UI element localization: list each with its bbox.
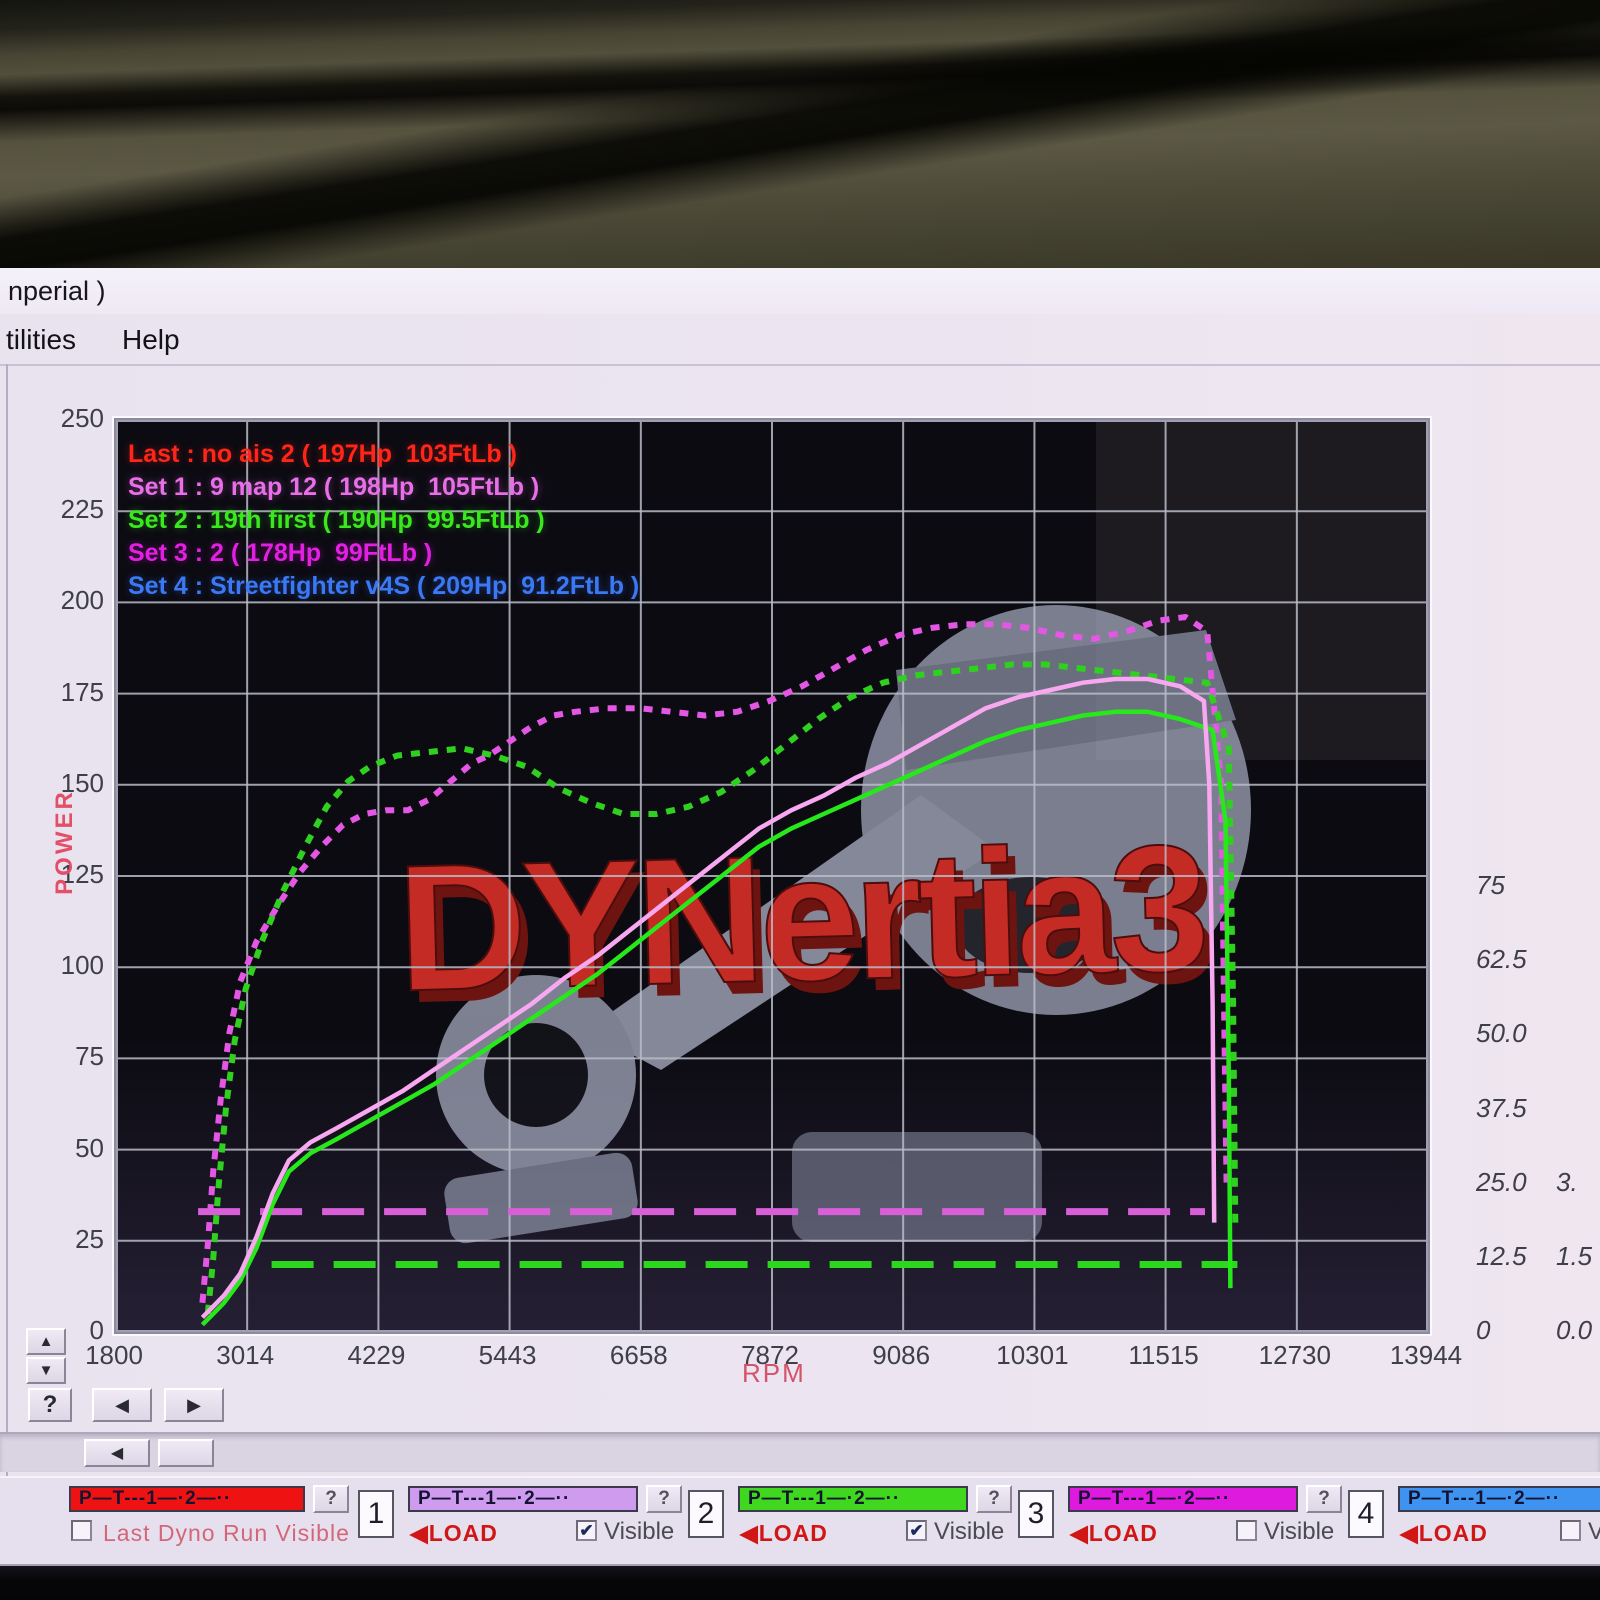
trace-4-visible-checkbox[interactable] <box>1560 1520 1581 1541</box>
group-number-1: 1 <box>358 1490 394 1538</box>
x-axis-title: RPM <box>742 1358 806 1389</box>
last-run-group: P—T---1—·2—·· ? Last Dyno Run Visible <box>55 1478 355 1564</box>
y-tick-label: 225 <box>4 494 104 525</box>
trace-4-style-bar[interactable]: P—T---1—·2—·· <box>1398 1486 1600 1512</box>
trace-1-style-bar[interactable]: P—T---1—·2—·· <box>408 1486 638 1512</box>
y-tick-label: 250 <box>4 403 104 434</box>
y-tick-label: 100 <box>4 950 104 981</box>
svg-text:DYNertia3: DYNertia3 <box>395 808 1206 1030</box>
trace-3-visible-label: Visible <box>1264 1518 1334 1546</box>
right-axis-tick-label: 62.5 <box>1476 944 1527 975</box>
app-window: nperial ) tilities Help DYNertia3DYNerti… <box>0 268 1600 1568</box>
title-bar: nperial ) <box>0 268 1600 314</box>
legend-entry: Set 4 : Streetfighter v4S ( 209Hp 91.2Ft… <box>128 570 639 603</box>
scroll-right-button[interactable]: ▶ <box>164 1388 224 1422</box>
last-run-visible-label: Last Dyno Run Visible <box>103 1520 350 1547</box>
scrollbar-left-arrow-icon[interactable]: ◀ <box>84 1439 150 1467</box>
x-tick-label: 11515 <box>1128 1340 1198 1371</box>
right-axis-tick-label: 50.0 <box>1476 1018 1527 1049</box>
monitor-bottom-bezel <box>0 1566 1600 1600</box>
trace-3-style-bar[interactable]: P—T---1—·2—·· <box>1068 1486 1298 1512</box>
trace-1-load-button[interactable]: ◀LOAD <box>410 1520 498 1547</box>
chart-help-button[interactable]: ? <box>28 1388 72 1422</box>
last-run-help-button[interactable]: ? <box>313 1485 349 1513</box>
trace-3-visible-checkbox[interactable] <box>1236 1520 1257 1541</box>
trace-1-visible-checkbox[interactable]: ✔ <box>576 1520 597 1541</box>
menu-bar: tilities Help <box>0 314 1600 366</box>
right-axis-tick-label: 37.5 <box>1476 1093 1527 1124</box>
x-tick-label: 4229 <box>347 1340 405 1371</box>
right-axis-tick-label: 0 <box>1476 1315 1490 1346</box>
horizontal-scrollbar[interactable]: ◀ <box>0 1432 1600 1472</box>
x-tick-label: 3014 <box>216 1340 274 1371</box>
legend-entry: Set 3 : 2 ( 178Hp 99FtLb ) <box>128 537 639 570</box>
menu-item-help[interactable]: Help <box>122 324 180 356</box>
right-axis-secondary-label: 0.0 <box>1556 1315 1592 1346</box>
trace-2-style-bar[interactable]: P—T---1—·2—·· <box>738 1486 968 1512</box>
monitor-top-bezel <box>0 0 1600 268</box>
trace-2-load-button[interactable]: ◀LOAD <box>740 1520 828 1547</box>
right-axis-tick-label: 12.5 <box>1476 1241 1527 1272</box>
x-tick-label: 10301 <box>996 1340 1068 1371</box>
window-left-border <box>6 364 8 1564</box>
trace-4-load-button[interactable]: ◀LOAD <box>1400 1520 1488 1547</box>
trace-group-1: P—T---1—·2—·· ? ◀LOAD ✔ Visible <box>398 1478 686 1564</box>
trace-group-2: P—T---1—·2—·· ? ◀LOAD ✔ Visible <box>728 1478 1016 1564</box>
y-tick-label: 200 <box>4 585 104 616</box>
trace-group-3: P—T---1—·2—·· ? ◀LOAD Visible <box>1058 1478 1346 1564</box>
x-tick-label: 6658 <box>610 1340 668 1371</box>
trace-3-help-button[interactable]: ? <box>1306 1485 1342 1513</box>
x-tick-label: 12730 <box>1259 1340 1331 1371</box>
menu-item-utilities[interactable]: tilities <box>6 324 76 356</box>
y-tick-label: 75 <box>4 1041 104 1072</box>
window-title: nperial ) <box>8 276 106 307</box>
trace-3-load-button[interactable]: ◀LOAD <box>1070 1520 1158 1547</box>
last-run-visible-checkbox[interactable] <box>71 1520 92 1541</box>
group-number-4: 4 <box>1348 1490 1384 1538</box>
x-tick-label: 1800 <box>85 1340 143 1371</box>
right-axis-secondary-label: 1.5 <box>1556 1241 1592 1272</box>
y-scale-up-button[interactable]: ▲ <box>26 1328 66 1355</box>
y-axis-title: POWER <box>51 789 79 895</box>
trace-1-visible-label: Visible <box>604 1518 674 1546</box>
right-axis-secondary-label: 3. <box>1556 1167 1578 1198</box>
last-run-style-bar[interactable]: P—T---1—·2—·· <box>69 1486 305 1512</box>
legend-entry: Last : no ais 2 ( 197Hp 103FtLb ) <box>128 438 639 471</box>
legend-entry: Set 2 : 19th first ( 190Hp 99.5FtLb ) <box>128 504 639 537</box>
right-axis-tick-label: 25.0 <box>1476 1167 1527 1198</box>
trace-1-help-button[interactable]: ? <box>646 1485 682 1513</box>
trace-2-visible-label: Visible <box>934 1518 1004 1546</box>
right-axis-tick-label: 75 <box>1476 870 1505 901</box>
trace-control-strip: P—T---1—·2—·· ? Last Dyno Run Visible 1 … <box>0 1476 1600 1567</box>
group-number-2: 2 <box>688 1490 724 1538</box>
trace-4-visible-label: Vis <box>1588 1518 1600 1546</box>
trace-group-4: P—T---1—·2—·· ◀LOAD Vis <box>1388 1478 1600 1564</box>
x-tick-label: 13944 <box>1390 1340 1462 1371</box>
x-tick-label: 5443 <box>479 1340 537 1371</box>
y-tick-label: 25 <box>4 1224 104 1255</box>
trace-2-help-button[interactable]: ? <box>976 1485 1012 1513</box>
group-number-3: 3 <box>1018 1490 1054 1538</box>
y-scale-down-button[interactable]: ▼ <box>26 1357 66 1384</box>
scroll-left-button[interactable]: ◀ <box>92 1388 152 1422</box>
chart-legend: Last : no ais 2 ( 197Hp 103FtLb )Set 1 :… <box>128 438 639 603</box>
y-tick-label: 50 <box>4 1133 104 1164</box>
legend-entry: Set 1 : 9 map 12 ( 198Hp 105FtLb ) <box>128 471 639 504</box>
x-tick-label: 9086 <box>872 1340 930 1371</box>
trace-2-visible-checkbox[interactable]: ✔ <box>906 1520 927 1541</box>
y-tick-label: 175 <box>4 677 104 708</box>
scrollbar-thumb[interactable] <box>158 1439 214 1467</box>
